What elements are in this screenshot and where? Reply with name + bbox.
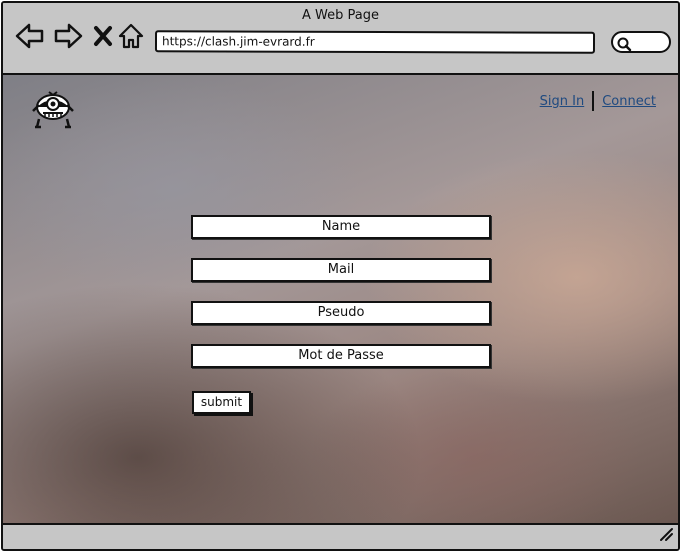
- back-icon[interactable]: [15, 23, 45, 53]
- sign-in-link[interactable]: Sign In: [540, 94, 585, 109]
- resize-grip-icon[interactable]: [658, 526, 674, 546]
- pseudo-input[interactable]: Pseudo: [191, 301, 491, 325]
- password-input[interactable]: Mot de Passe: [191, 344, 491, 368]
- submit-button[interactable]: submit: [192, 391, 251, 414]
- name-input[interactable]: Name: [191, 215, 491, 239]
- search-icon: [617, 37, 632, 52]
- mail-input[interactable]: Mail: [191, 258, 491, 282]
- page-content: Sign In Connect Name Mail Pseudo Mot de …: [3, 75, 678, 525]
- robot-mascot-icon[interactable]: [29, 89, 77, 133]
- window-title: A Web Page: [302, 8, 379, 23]
- close-icon[interactable]: [93, 23, 113, 53]
- forward-icon[interactable]: [53, 23, 83, 53]
- url-bar[interactable]: https://clash.jim-evrard.fr: [154, 30, 596, 54]
- header-links: Sign In Connect: [540, 91, 656, 111]
- browser-toolbar: A Web Page https://clash.jim-evrard.fr: [3, 3, 678, 75]
- status-bar: [3, 523, 678, 549]
- home-icon[interactable]: [118, 23, 144, 53]
- connect-link[interactable]: Connect: [602, 94, 656, 109]
- search-box[interactable]: [611, 31, 671, 53]
- browser-window: A Web Page https://clash.jim-evrard.fr S…: [1, 1, 680, 551]
- link-separator: [592, 91, 595, 111]
